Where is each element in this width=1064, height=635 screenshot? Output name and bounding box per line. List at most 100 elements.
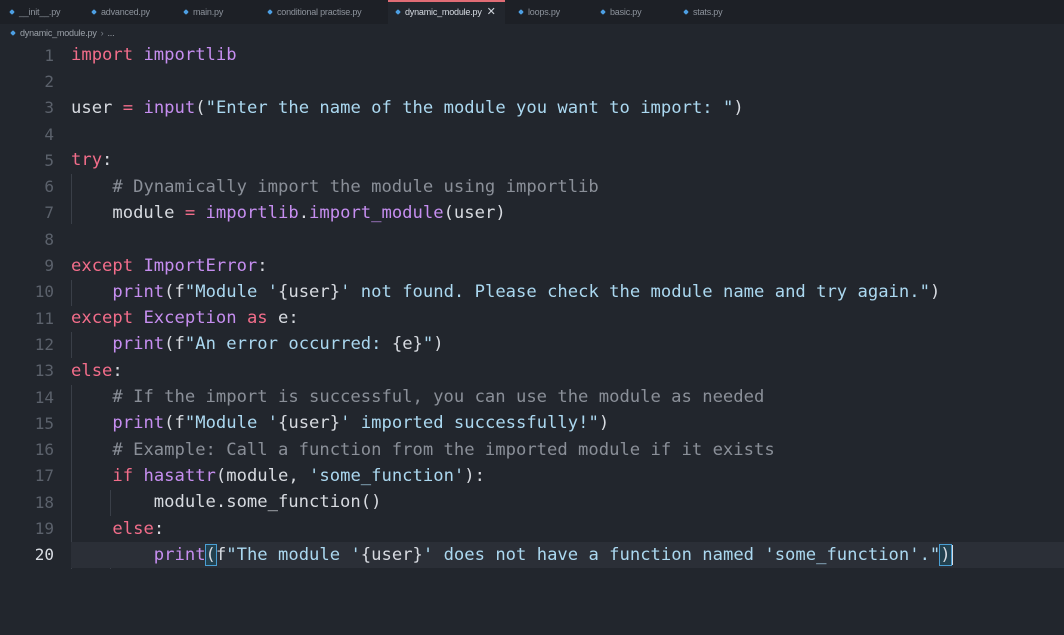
tab-dynamic-module[interactable]: dynamic_module.py ✕ (388, 0, 505, 24)
code-token: f (174, 413, 185, 434)
code-token: else (112, 518, 154, 539)
code-line: 2 (0, 68, 1064, 94)
tab-conditional-practise[interactable]: conditional practise.py (267, 0, 362, 24)
code-token: "The module ' (226, 544, 361, 565)
code-line: 19 else: (0, 515, 1064, 541)
breadcrumb: dynamic_module.py › ... (0, 24, 1064, 42)
code-token: ( (164, 334, 175, 355)
code-token: ) (733, 97, 744, 118)
text-cursor (950, 544, 953, 565)
code-token: : (153, 518, 165, 539)
tab-advanced[interactable]: advanced.py (91, 0, 150, 24)
code-token: = (184, 202, 196, 223)
tab-init[interactable]: __init__.py (9, 0, 61, 24)
tab-basic[interactable]: basic.py (600, 0, 642, 24)
code-line: 5 try: (0, 147, 1064, 173)
tab-main[interactable]: main.py (183, 0, 223, 24)
code-comment: # Dynamically import the module using im… (112, 176, 599, 197)
line-number: 11 (34, 308, 54, 328)
tab-bar: __init__.py advanced.py main.py conditio… (0, 0, 1064, 25)
line-number: 18 (34, 492, 54, 512)
code-token: ): (464, 465, 485, 486)
python-file-icon (10, 30, 16, 36)
line-number: 3 (44, 98, 54, 118)
code-token: ' does not have a function named 'some_f… (422, 544, 941, 565)
code-token: print (112, 281, 165, 302)
matched-bracket: ) (939, 543, 952, 566)
code-token: {user} (278, 281, 341, 302)
code-token: {e} (391, 334, 423, 355)
code-token: (user) (443, 202, 506, 223)
tab-stats[interactable]: stats.py (683, 0, 723, 24)
active-tab-indicator (388, 0, 505, 2)
line-number: 15 (34, 413, 54, 433)
line-number: 2 (44, 71, 54, 91)
line-number: 10 (34, 282, 54, 302)
code-line: 15 print(f"Module '{user}' imported succ… (0, 410, 1064, 436)
code-line: 16 # Example: Call a function from the i… (0, 437, 1064, 463)
code-token: f (215, 544, 227, 565)
code-token: importlib (205, 202, 299, 223)
code-token: (module, (215, 465, 310, 486)
code-token: "An error occurred: (184, 334, 392, 355)
code-token: print (153, 544, 206, 565)
code-token: importlib (143, 45, 237, 66)
tab-label: stats.py (693, 7, 723, 17)
code-comment: # Example: Call a function from the impo… (112, 439, 775, 460)
code-line: 6 # Dynamically import the module using … (0, 174, 1064, 200)
code-line: 8 (0, 226, 1064, 252)
code-token: ) (433, 334, 444, 355)
line-number: 17 (34, 466, 54, 486)
tab-label: advanced.py (101, 7, 150, 17)
line-number: 8 (44, 229, 54, 249)
line-number: 9 (44, 256, 54, 276)
code-token: module.some_function (71, 492, 361, 513)
tab-loops[interactable]: loops.py (518, 0, 560, 24)
code-token: as (246, 308, 268, 329)
code-line: 13 else: (0, 358, 1064, 384)
code-token: : (257, 255, 268, 276)
code-token: " (422, 334, 434, 355)
code-token: f (174, 281, 185, 302)
code-token: ( (164, 413, 175, 434)
python-file-icon (600, 9, 606, 15)
code-line: 4 (0, 121, 1064, 147)
line-number: 16 (34, 440, 54, 460)
line-number: 13 (34, 361, 54, 381)
code-token: print (112, 413, 165, 434)
code-editor[interactable]: 1 import importlib 2 3 user = input("Ent… (0, 42, 1064, 635)
code-comment: # If the import is successful, you can u… (112, 387, 765, 408)
code-token: {user} (278, 413, 341, 434)
tab-label: __init__.py (19, 7, 61, 17)
code-token: e: (267, 308, 299, 329)
code-line: 9 except ImportError: (0, 252, 1064, 278)
breadcrumb-file[interactable]: dynamic_module.py (20, 28, 97, 38)
code-token: Exception (143, 308, 237, 329)
line-number: 5 (44, 150, 54, 170)
code-token: "Module ' (184, 281, 279, 302)
close-icon[interactable]: ✕ (487, 6, 496, 18)
code-token: ( (164, 281, 175, 302)
line-number: 4 (44, 124, 54, 144)
code-token: "Module ' (184, 413, 279, 434)
code-token: ' not found. Please check the module nam… (340, 281, 930, 302)
chevron-right-icon: › (100, 28, 104, 38)
code-token: ) (929, 281, 941, 302)
code-token: f (174, 334, 185, 355)
tab-label: dynamic_module.py (405, 7, 482, 17)
code-token: 'some_function' (309, 465, 465, 486)
code-token: try (71, 150, 103, 171)
code-token: import (71, 45, 134, 66)
breadcrumb-more[interactable]: ... (107, 28, 114, 38)
code-token: : (112, 360, 123, 381)
code-line: 3 user = input("Enter the name of the mo… (0, 95, 1064, 121)
code-token: if (112, 465, 134, 486)
python-file-icon (395, 9, 401, 15)
